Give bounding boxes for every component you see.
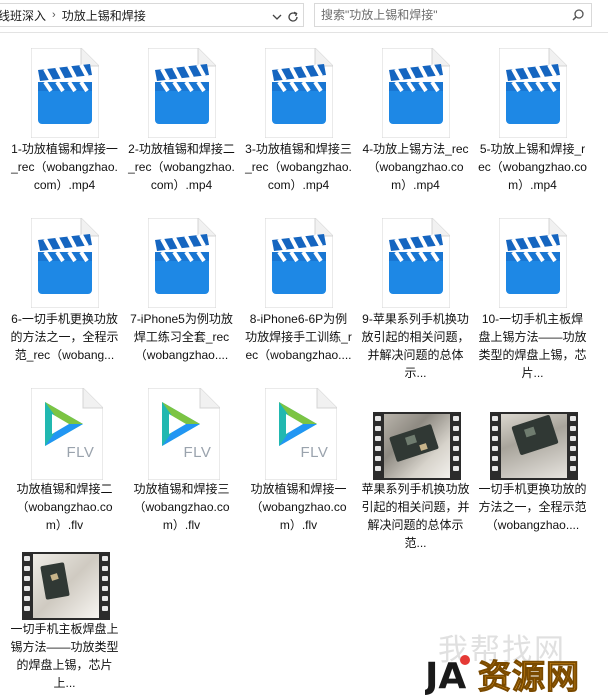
video-file-icon (23, 42, 107, 138)
file-name: 9-苹果系列手机换功放引起的相关问题，并解决问题的总体示... (361, 312, 470, 380)
file-item[interactable]: 5-功放上锡和焊接_rec（wobangzhao.com）.mp4 (474, 42, 591, 194)
video-thumbnail (372, 382, 461, 480)
file-name: 7-iPhone5为例功放焊工练习全套_rec（wobangzhao.... (130, 312, 233, 362)
file-item[interactable]: 8-iPhone6-6P为例功放焊接手工训练_rec（wobangzhao...… (240, 212, 357, 364)
file-name: 一切手机更换功放的方法之一，全程示范（wobangzhao.... (478, 482, 587, 532)
address-toolbar: 线班深入 › 功放上锡和焊接 (0, 0, 608, 33)
file-name: 10-一切手机主板焊盘上锡方法——功放类型的焊盘上锡，芯片... (478, 312, 587, 380)
file-grid: 1-功放植锡和焊接一_rec（wobangzhao.com）.mp4 2-功放植… (0, 36, 600, 699)
file-name: 苹果系列手机换功放引起的相关问题，并解决问题的总体示范... (361, 482, 470, 550)
flv-badge: FLV (183, 444, 212, 461)
file-name: 4-功放上锡方法_rec（wobangzhao.com）.mp4 (362, 142, 469, 192)
file-name: 功放植锡和焊接一（wobangzhao.com）.flv (250, 482, 347, 532)
file-name: 8-iPhone6-6P为例功放焊接手工训练_rec（wobangzhao...… (245, 312, 352, 362)
search-icon[interactable] (571, 8, 585, 22)
file-item[interactable]: 6-一切手机更换功放的方法之一，全程示范_rec（wobang... (6, 212, 123, 364)
file-item[interactable]: 10-一切手机主板焊盘上锡方法——功放类型的焊盘上锡，芯片... (474, 212, 591, 382)
file-item[interactable]: 2-功放植锡和焊接二_rec（wobangzhao.com）.mp4 (123, 42, 240, 194)
address-bar[interactable]: 线班深入 › 功放上锡和焊接 (0, 3, 304, 27)
file-item[interactable]: FLV 功放植锡和焊接一（wobangzhao.com）.flv (240, 382, 357, 534)
video-file-icon (374, 212, 458, 308)
video-thumbnail (489, 382, 578, 480)
watermark-logo-text: JA (425, 656, 466, 695)
flv-badge: FLV (66, 444, 95, 461)
watermark-text: 资源网 (478, 657, 580, 697)
file-name: 1-功放植锡和焊接一_rec（wobangzhao.com）.mp4 (11, 142, 118, 192)
file-item[interactable]: 9-苹果系列手机换功放引起的相关问题，并解决问题的总体示... (357, 212, 474, 382)
file-item[interactable]: FLV 功放植锡和焊接三（wobangzhao.com）.flv (123, 382, 240, 534)
video-file-icon (491, 212, 575, 308)
file-name: 5-功放上锡和焊接_rec（wobangzhao.com）.mp4 (478, 142, 587, 192)
file-item[interactable]: 4-功放上锡方法_rec（wobangzhao.com）.mp4 (357, 42, 474, 194)
file-item[interactable]: 一切手机主板焊盘上锡方法——功放类型的焊盘上锡，芯片上... (6, 520, 123, 692)
flv-file-icon: FLV (257, 382, 341, 480)
flv-file-icon: FLV (140, 382, 224, 480)
flv-badge: FLV (300, 444, 329, 461)
file-name: 功放植锡和焊接三（wobangzhao.com）.flv (133, 482, 230, 532)
file-item[interactable]: 1-功放植锡和焊接一_rec（wobangzhao.com）.mp4 (6, 42, 123, 194)
file-item[interactable]: FLV 功放植锡和焊接二（wobangzhao.com）.flv (6, 382, 123, 534)
video-thumbnail (21, 520, 110, 620)
video-file-icon (491, 42, 575, 138)
refresh-icon[interactable] (286, 10, 300, 24)
file-item[interactable]: 一切手机更换功放的方法之一，全程示范（wobangzhao.... (474, 382, 591, 534)
video-file-icon (140, 42, 224, 138)
breadcrumb-parent[interactable]: 线班深入 (0, 7, 52, 24)
video-file-icon (140, 212, 224, 308)
file-name: 2-功放植锡和焊接二_rec（wobangzhao.com）.mp4 (128, 142, 235, 192)
chevron-down-icon[interactable] (270, 10, 284, 24)
video-file-icon (257, 212, 341, 308)
file-name: 3-功放植锡和焊接三_rec（wobangzhao.com）.mp4 (245, 142, 352, 192)
file-name: 一切手机主板焊盘上锡方法——功放类型的焊盘上锡，芯片上... (10, 622, 119, 690)
video-file-icon (23, 212, 107, 308)
file-item[interactable]: 7-iPhone5为例功放焊工练习全套_rec（wobangzhao.... (123, 212, 240, 364)
flv-file-icon: FLV (23, 382, 107, 480)
video-file-icon (257, 42, 341, 138)
video-file-icon (374, 42, 458, 138)
breadcrumb-current[interactable]: 功放上锡和焊接 (56, 7, 152, 24)
file-item[interactable]: 苹果系列手机换功放引起的相关问题，并解决问题的总体示范... (357, 382, 474, 552)
search-input[interactable] (315, 5, 561, 25)
file-name: 6-一切手机更换功放的方法之一，全程示范_rec（wobang... (10, 312, 119, 362)
search-box[interactable] (314, 3, 592, 27)
file-item[interactable]: 3-功放植锡和焊接三_rec（wobangzhao.com）.mp4 (240, 42, 357, 194)
